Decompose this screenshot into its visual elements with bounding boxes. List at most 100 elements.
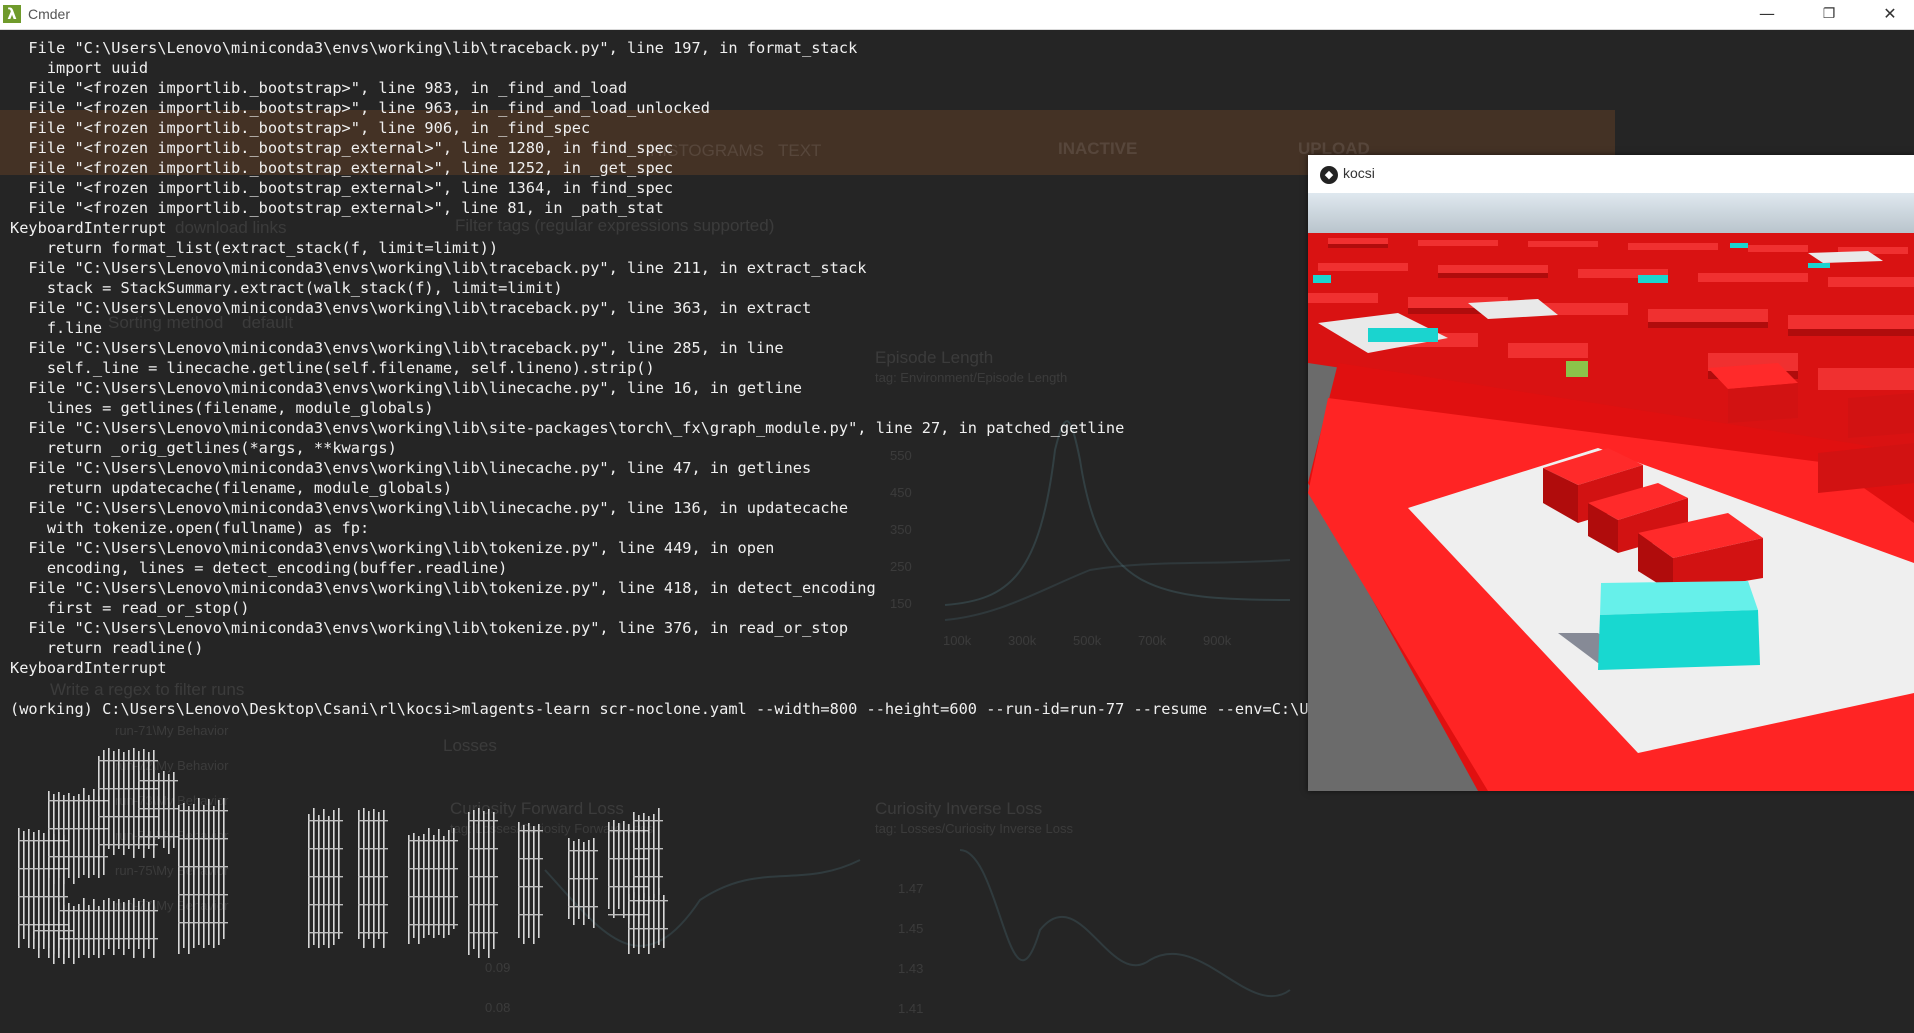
logo-stroke xyxy=(48,921,50,958)
logo-stroke xyxy=(308,904,343,906)
logo-stroke xyxy=(98,906,100,958)
logo-stroke xyxy=(108,748,110,849)
logo-stroke xyxy=(618,823,620,909)
logo-stroke xyxy=(148,772,150,839)
logo-stroke xyxy=(113,901,115,955)
logo-stroke xyxy=(178,922,228,924)
logo-stroke xyxy=(133,748,135,858)
logo-stroke xyxy=(118,899,120,949)
logo-stroke xyxy=(128,900,130,949)
logo-stroke xyxy=(98,844,158,846)
logo-stroke xyxy=(443,836,445,938)
maximize-button[interactable]: ❐ xyxy=(1806,0,1852,29)
logo-stroke xyxy=(478,808,480,958)
logo-stroke xyxy=(628,894,630,954)
logo-stroke xyxy=(518,914,543,916)
logo-stroke xyxy=(33,930,73,932)
logo-stroke xyxy=(18,840,68,842)
logo-stroke xyxy=(23,831,25,939)
logo-stroke xyxy=(108,898,110,949)
logo-stroke xyxy=(158,773,160,839)
logo-stroke xyxy=(423,834,425,938)
logo-stroke xyxy=(528,823,530,938)
logo-stroke xyxy=(73,906,75,964)
unity-game-window[interactable]: ◆ kocsi xyxy=(1308,155,1914,791)
logo-stroke xyxy=(58,922,60,958)
logo-stroke xyxy=(18,868,68,870)
logo-stroke xyxy=(408,835,410,944)
logo-stroke xyxy=(493,812,495,949)
logo-stroke xyxy=(623,821,625,918)
ascii-logo-art xyxy=(18,748,668,964)
logo-stroke xyxy=(473,810,475,949)
logo-stroke xyxy=(628,928,668,930)
logo-stroke xyxy=(613,820,615,918)
logo-stroke xyxy=(358,876,388,878)
game-scene-viewport[interactable] xyxy=(1308,193,1914,791)
logo-stroke xyxy=(98,756,100,858)
logo-stroke xyxy=(468,820,498,822)
command-prompt[interactable]: (working) C:\Users\Lenovo\Desktop\Csani\… xyxy=(10,699,1310,719)
logo-stroke xyxy=(188,806,190,954)
minimize-button[interactable]: — xyxy=(1744,0,1790,29)
logo-stroke xyxy=(153,900,155,958)
logo-stroke xyxy=(123,902,125,955)
logo-stroke xyxy=(633,876,663,878)
logo-stroke xyxy=(658,888,660,945)
logo-stroke xyxy=(168,774,170,854)
logo-stroke xyxy=(643,813,645,898)
logo-stroke xyxy=(523,825,525,944)
logo-stroke xyxy=(468,932,498,934)
logo-stroke xyxy=(118,749,120,849)
logo-stroke xyxy=(378,812,380,939)
logo-stroke xyxy=(93,789,95,875)
close-button[interactable]: ✕ xyxy=(1867,0,1913,29)
logo-stroke xyxy=(663,895,665,948)
logo-stroke xyxy=(338,808,340,939)
logo-stroke xyxy=(178,866,228,868)
logo-stroke xyxy=(58,910,158,912)
logo-stroke xyxy=(18,896,68,898)
ml-agents-unity-ascii-logo xyxy=(18,748,738,988)
logo-stroke xyxy=(518,830,543,832)
logo-stroke xyxy=(568,878,598,880)
logo-stroke xyxy=(178,894,228,896)
logo-stroke xyxy=(633,848,663,850)
logo-stroke xyxy=(448,830,450,935)
logo-stroke xyxy=(73,796,75,884)
logo-stroke xyxy=(633,820,663,822)
logo-stroke xyxy=(413,833,415,938)
logo-stroke xyxy=(318,815,320,948)
logo-stroke xyxy=(308,848,343,850)
logo-stroke xyxy=(653,814,655,898)
logo-stroke xyxy=(308,932,343,934)
logo-stroke xyxy=(138,808,178,810)
logo-stroke xyxy=(93,899,95,955)
logo-stroke xyxy=(78,904,80,958)
logo-stroke xyxy=(143,899,145,958)
logo-stroke xyxy=(653,894,655,948)
logo-stroke xyxy=(638,815,640,904)
sky xyxy=(1308,193,1914,233)
logo-stroke xyxy=(203,805,205,948)
logo-stroke xyxy=(18,828,20,948)
logo-stroke xyxy=(468,876,498,878)
logo-stroke xyxy=(648,896,650,954)
logo-stroke xyxy=(138,901,140,949)
window-title: Cmder xyxy=(28,6,71,22)
logo-stroke xyxy=(123,752,125,855)
logo-stroke xyxy=(98,760,158,762)
logo-stroke xyxy=(88,905,90,958)
logo-stroke xyxy=(103,900,105,955)
unity-icon: ◆ xyxy=(1320,166,1338,184)
logo-stroke xyxy=(63,795,65,884)
logo-stroke xyxy=(373,809,375,948)
logo-stroke xyxy=(538,824,540,938)
logo-stroke xyxy=(178,805,180,954)
logo-stroke xyxy=(408,868,458,870)
logo-stroke xyxy=(78,794,80,878)
logo-stroke xyxy=(408,896,458,898)
logo-stroke xyxy=(533,826,535,944)
logo-stroke xyxy=(183,803,185,948)
logo-stroke xyxy=(148,902,150,949)
